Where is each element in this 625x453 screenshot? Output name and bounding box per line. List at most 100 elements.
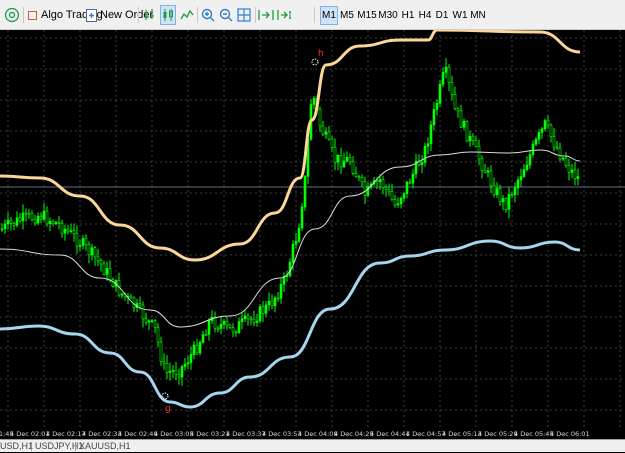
candle-body [426, 143, 430, 147]
line-chart-icon[interactable] [180, 5, 194, 25]
candle-body [450, 82, 454, 95]
candle-body [174, 369, 178, 376]
candle-body [162, 361, 166, 364]
candles [0, 58, 580, 386]
candle-body [483, 170, 487, 173]
market-watch-icon[interactable] [4, 5, 20, 25]
candle-body [225, 320, 229, 326]
candle-body [294, 240, 298, 245]
timeframe-h1-button[interactable]: H1 [399, 6, 417, 25]
zoom-in-icon[interactable] [201, 5, 215, 25]
timeframe-w1-button[interactable]: W1 [451, 6, 469, 25]
stop-square-icon [28, 10, 37, 20]
candle-body [180, 366, 184, 378]
candle-body [441, 71, 445, 85]
new-order-icon [86, 8, 97, 22]
candle-body [249, 318, 253, 321]
candle-body [66, 228, 70, 232]
time-axis-label: 4 Dec 02:33 [82, 430, 122, 438]
candle-body [399, 197, 403, 205]
candle-body [231, 327, 235, 333]
candle-body [33, 219, 37, 224]
candle-body [159, 341, 163, 362]
candle-body [318, 108, 322, 127]
low-marker: g [161, 392, 171, 414]
candle-body [402, 193, 406, 199]
timeframe-m1-button[interactable]: M1 [320, 6, 338, 25]
candle-body [525, 164, 529, 170]
tab-xauusd-h1[interactable]: XAUUSD,H1 [79, 440, 131, 453]
timeframe-m30-button[interactable]: M30 [377, 6, 399, 25]
candle-body [507, 194, 511, 210]
chart-grid [0, 30, 625, 427]
candle-body [393, 199, 397, 206]
candle-body [186, 362, 190, 365]
time-axis-label: 4 Dec 02:17 [46, 430, 86, 438]
candle-body [81, 238, 85, 246]
candle-body [492, 185, 496, 195]
candle-body [3, 223, 7, 230]
timeframe-mn-button[interactable]: MN [469, 6, 487, 25]
chart-canvas[interactable]: h g 4 Dec 01:454 Dec 02:014 Dec 02:174 D… [0, 30, 625, 439]
candle-body [129, 295, 133, 299]
time-axis-label: 4 Dec 04:57 [406, 430, 446, 438]
candle-body [48, 221, 52, 225]
candle-body [570, 169, 574, 173]
tab-usd-h1[interactable]: USD,H1 [0, 440, 33, 453]
candle-body [102, 263, 106, 275]
candle-body [396, 203, 400, 206]
bar-chart-icon[interactable] [143, 5, 156, 25]
candle-body [42, 210, 46, 220]
candle-body [420, 162, 424, 166]
candle-body [345, 157, 349, 162]
candle-body [240, 318, 244, 322]
time-axis-label: 4 Dec 04:41 [370, 430, 410, 438]
toolbar-divider [23, 7, 24, 23]
price-chart[interactable]: h g 4 Dec 01:454 Dec 02:014 Dec 02:174 D… [0, 30, 625, 439]
candle-body [468, 135, 472, 142]
candle-body [471, 135, 475, 141]
time-axis-label: 4 Dec 02:49 [118, 430, 158, 438]
candle-body [549, 124, 553, 137]
candle-body [75, 233, 79, 247]
toolbar-divider [314, 7, 315, 23]
timeframe-m15-button[interactable]: M15 [356, 6, 378, 25]
candle-body [198, 342, 202, 354]
timeframe-d1-button[interactable]: D1 [433, 6, 451, 25]
tab-divider [31, 442, 32, 451]
candle-body [93, 247, 97, 258]
candle-body [522, 169, 526, 177]
timeframe-h4-button[interactable]: H4 [416, 6, 434, 25]
chart-shift-icon[interactable] [277, 5, 293, 25]
tab-usdjpy-h1[interactable]: USDJPY,H1 [35, 440, 83, 453]
candle-body [456, 108, 460, 112]
candle-body [183, 363, 187, 367]
grid-tile-icon[interactable] [237, 5, 251, 25]
candle-body [480, 158, 484, 171]
candlestick-icon[interactable] [160, 5, 176, 25]
candle-body [573, 169, 577, 179]
candle-body [333, 146, 337, 163]
candle-body [378, 179, 382, 182]
toolbar-divider [138, 7, 139, 23]
candle-body [153, 320, 157, 328]
timeframe-m5-button[interactable]: M5 [338, 6, 356, 25]
zoom-out-icon[interactable] [219, 5, 233, 25]
auto-scroll-icon[interactable] [258, 5, 274, 25]
candle-body [0, 228, 4, 231]
candle-body [546, 120, 550, 126]
candle-body [540, 128, 544, 133]
candle-body [213, 316, 217, 329]
time-axis-label: 4 Dec 04:25 [334, 430, 374, 438]
candle-body [438, 83, 442, 104]
candle-body [273, 297, 277, 307]
candle-body [408, 181, 412, 184]
candle-body [192, 344, 196, 355]
candle-body [261, 306, 265, 314]
time-axis-label: 4 Dec 04:09 [298, 430, 338, 438]
candle-body [312, 97, 316, 105]
candle-body [18, 217, 22, 222]
candle-body [228, 324, 232, 328]
upper-band-line [0, 30, 581, 262]
candle-body [528, 154, 532, 166]
